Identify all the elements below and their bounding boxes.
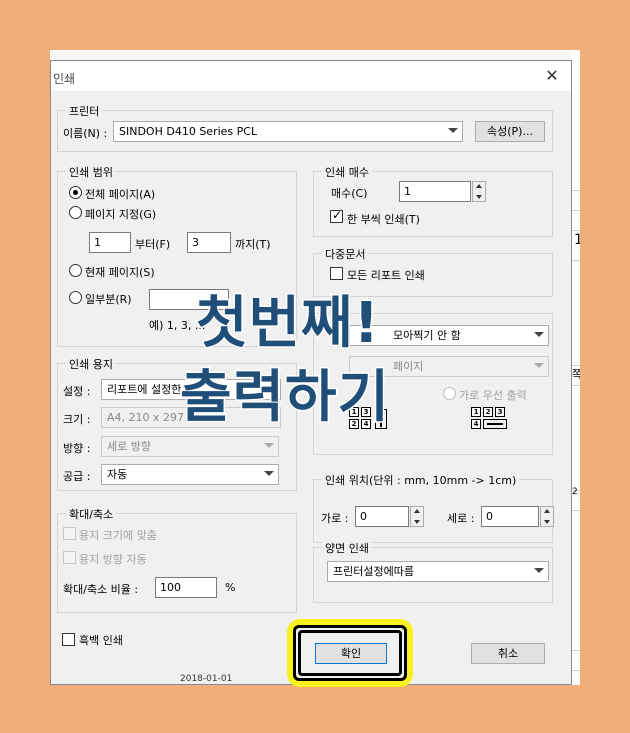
scaling-label: 확대/축소: [66, 506, 117, 522]
auto-orientation-label: 용지 방향 자동: [79, 553, 147, 566]
range-to-label: 까지(T): [235, 238, 271, 251]
row-first-label: 가로 우선 출력: [459, 389, 527, 402]
copies-input[interactable]: 1: [399, 181, 471, 202]
vertical-input[interactable]: 0: [481, 506, 539, 527]
range-from-input[interactable]: 1: [89, 232, 131, 253]
paper-label: 인쇄 용지: [66, 356, 116, 372]
print-range-label: 인쇄 범위: [66, 164, 116, 180]
copies-count-label: 매수(C): [331, 187, 368, 200]
chevron-down-icon: [534, 332, 544, 337]
source-value: 자동: [107, 468, 128, 481]
duplex-label: 양면 인쇄: [322, 540, 372, 556]
copies-label: 인쇄 매수: [322, 164, 372, 180]
printer-select[interactable]: SINDOH D410 Series PCL: [113, 121, 463, 142]
printer-group-label: 프린터: [66, 103, 103, 119]
grayscale-checkbox[interactable]: [62, 633, 75, 646]
bg-cell-2: 2: [572, 487, 578, 497]
orientation-value: 세로 방향: [107, 440, 151, 453]
auto-orientation-checkbox[interactable]: [63, 551, 76, 564]
overlay-title-line1: 첫번째!: [194, 290, 381, 358]
all-pages-label: 전체 페이지(A): [85, 188, 156, 201]
chevron-down-icon: [448, 128, 458, 133]
duplex-value: 프린터설정에따름: [333, 565, 414, 578]
row-first-radio[interactable]: [443, 387, 456, 400]
orientation-label: 방향 :: [63, 442, 91, 455]
paper-setting-label: 설정 :: [63, 385, 91, 398]
collate-label: 한 부씩 인쇄(T): [347, 213, 420, 226]
multi-doc-label: 다중문서: [322, 246, 369, 262]
scale-ratio-input[interactable]: 100: [155, 577, 217, 598]
current-page-label: 현재 페이지(S): [85, 266, 155, 279]
collate-checkbox[interactable]: [330, 208, 343, 223]
properties-button[interactable]: 속성(P)...: [475, 121, 545, 142]
cancel-button[interactable]: 취소: [471, 643, 545, 664]
fit-paper-checkbox[interactable]: [63, 527, 76, 540]
partial-label: 일부분(R): [85, 293, 132, 306]
paper-size-label: 크기 :: [63, 413, 91, 426]
source-select[interactable]: 자동: [101, 464, 279, 485]
orientation-select[interactable]: 세로 방향: [101, 436, 279, 457]
row-first-diagram: 1 2 3 4: [471, 407, 509, 441]
page-range-label: 페이지 지정(G): [85, 208, 157, 221]
chevron-down-icon: [534, 568, 544, 573]
bg-date-fragment: 2018-01-01: [180, 674, 233, 684]
horizontal-label: 가로 :: [321, 512, 349, 525]
grayscale-label: 흑백 인쇄: [79, 634, 123, 647]
partial-radio[interactable]: [69, 291, 82, 304]
chevron-down-icon: [264, 471, 274, 476]
range-from-label: 부터(F): [135, 238, 171, 251]
scale-ratio-label: 확대/축소 비율 :: [63, 583, 139, 596]
close-icon[interactable]: ✕: [543, 67, 561, 85]
ok-button-highlight-ring-inner: [298, 630, 402, 676]
chevron-down-icon: [534, 363, 544, 368]
dialog-titlebar: 인쇄 ✕: [51, 61, 571, 91]
printer-select-value: SINDOH D410 Series PCL: [119, 125, 258, 138]
fit-paper-label: 용지 크기에 맞춤: [79, 529, 157, 542]
source-label: 공급 :: [63, 470, 91, 483]
page-range-radio[interactable]: [69, 206, 82, 219]
overlay-title-line2: 출력하기: [178, 364, 391, 432]
bg-cell-3: 쪽: [572, 368, 580, 381]
horizontal-spinner[interactable]: [410, 506, 424, 527]
bg-cell-1: 1: [574, 232, 580, 248]
current-page-radio[interactable]: [69, 264, 82, 277]
paper-setting-value: 리포트에 설정한: [107, 383, 182, 396]
all-pages-radio[interactable]: [69, 186, 82, 199]
chevron-down-icon: [264, 443, 274, 448]
horizontal-input[interactable]: 0: [355, 506, 409, 527]
vertical-label: 세로 :: [447, 512, 475, 525]
dialog-title: 인쇄: [53, 72, 76, 86]
scale-ratio-unit: %: [225, 581, 236, 594]
vertical-spinner[interactable]: [540, 506, 554, 527]
printer-name-label: 이름(N) :: [63, 127, 108, 140]
copies-spinner[interactable]: [472, 181, 486, 202]
duplex-select[interactable]: 프린터설정에따름: [327, 561, 549, 582]
position-label: 인쇄 위치(단위 : mm, 10mm -> 1cm): [322, 472, 520, 488]
range-to-input[interactable]: 3: [187, 232, 231, 253]
